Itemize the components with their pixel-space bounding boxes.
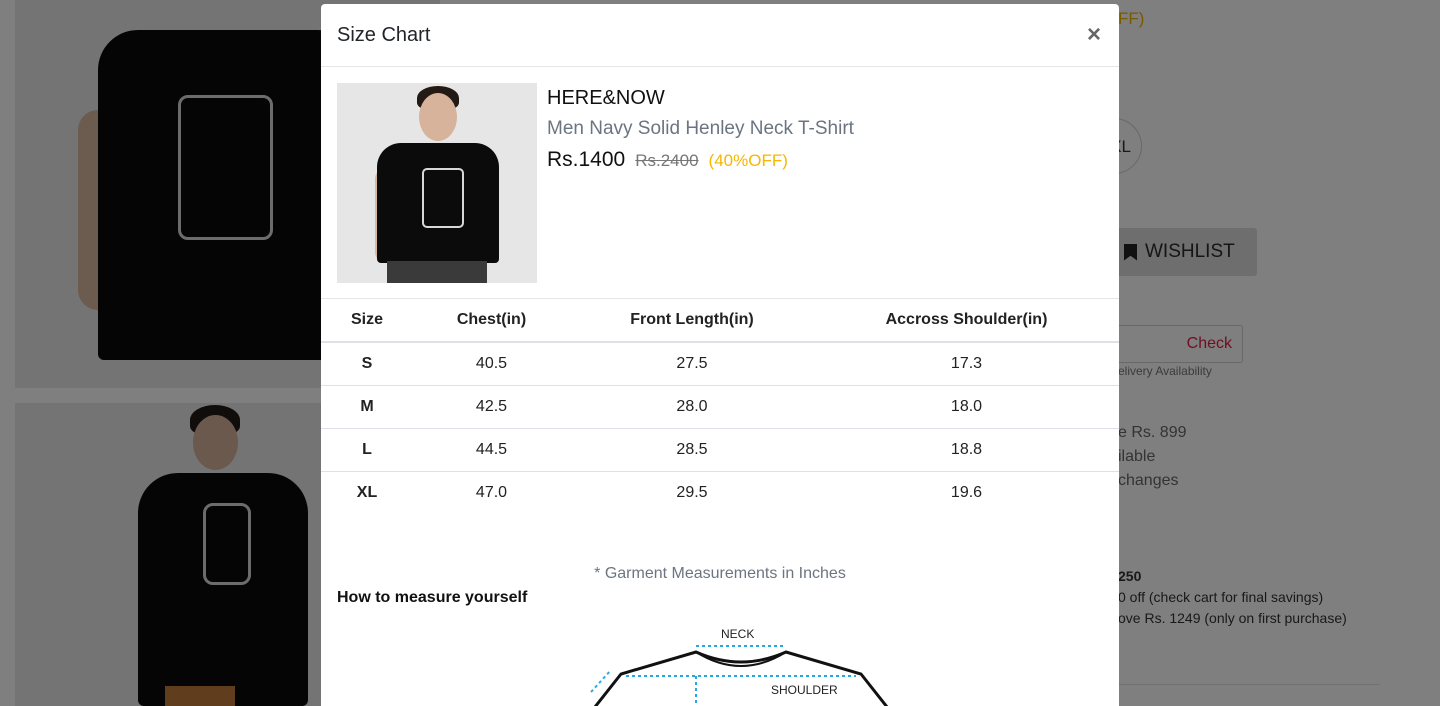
product-mrp: Rs.2400 — [635, 151, 699, 170]
cell-size: XL — [356, 483, 378, 501]
product-price: Rs.1400 — [547, 148, 626, 171]
header-front-length: Front Length(in) — [570, 299, 814, 343]
cell-across-shoulder: 18.8 — [814, 428, 1119, 472]
table-row: M 42.5 28.0 18.0 — [321, 385, 1119, 429]
measurement-diagram: NECK SHOULDER — [571, 622, 901, 706]
product-brand: HERE&NOW — [547, 87, 665, 109]
product-summary: HERE&NOW Men Navy Solid Henley Neck T-Sh… — [321, 67, 1119, 299]
how-to-measure-title: How to measure yourself — [337, 589, 528, 606]
cell-front-length: 29.5 — [676, 483, 708, 501]
table-row: L 44.5 28.5 18.8 — [321, 428, 1119, 472]
close-button[interactable]: × — [1087, 23, 1101, 47]
size-chart-modal: Size Chart × HERE&NOW Men Navy Solid Hen… — [321, 4, 1119, 706]
header-size: Size — [321, 299, 413, 343]
cell-chest: 40.5 — [413, 342, 570, 386]
header-chest: Chest(in) — [413, 299, 570, 343]
product-info: HERE&NOW Men Navy Solid Henley Neck T-Sh… — [537, 83, 854, 298]
size-table: Size Chest(in) Front Length(in) Accross … — [321, 299, 1119, 514]
cell-front-length: 28.0 — [570, 385, 814, 429]
product-discount: (40%OFF) — [708, 151, 788, 170]
cell-chest: 47.0 — [475, 483, 508, 501]
modal-header: Size Chart × — [321, 4, 1119, 67]
tshirt-diagram: NECK SHOULDER — [590, 627, 889, 706]
product-name: Men Navy Solid Henley Neck T-Shirt — [547, 118, 854, 139]
cell-front-length: 27.5 — [570, 342, 814, 386]
product-thumbnail — [337, 83, 537, 283]
table-header-row: Size Chest(in) Front Length(in) Accross … — [321, 299, 1119, 343]
measurement-note: * Garment Measurements in Inches — [594, 565, 846, 582]
table-row: S 40.5 27.5 17.3 — [321, 342, 1119, 386]
shoulder-label: SHOULDER — [771, 683, 838, 697]
cell-size: S — [321, 342, 413, 386]
modal-title: Size Chart — [337, 23, 431, 46]
cell-chest: 44.5 — [413, 428, 570, 472]
cell-across-shoulder: 19.6 — [950, 483, 983, 501]
price-row: Rs.1400 Rs.2400 (40%OFF) — [547, 148, 854, 172]
cell-across-shoulder: 17.3 — [814, 342, 1119, 386]
neck-label: NECK — [721, 627, 754, 641]
table-row: XL 47.0 29.5 19.6 — [321, 471, 1119, 514]
cell-front-length: 28.5 — [570, 428, 814, 472]
cell-size: L — [321, 428, 413, 472]
cell-chest: 42.5 — [413, 385, 570, 429]
cell-across-shoulder: 18.0 — [814, 385, 1119, 429]
cell-size: M — [321, 385, 413, 429]
header-across-shoulder: Accross Shoulder(in) — [814, 299, 1119, 343]
